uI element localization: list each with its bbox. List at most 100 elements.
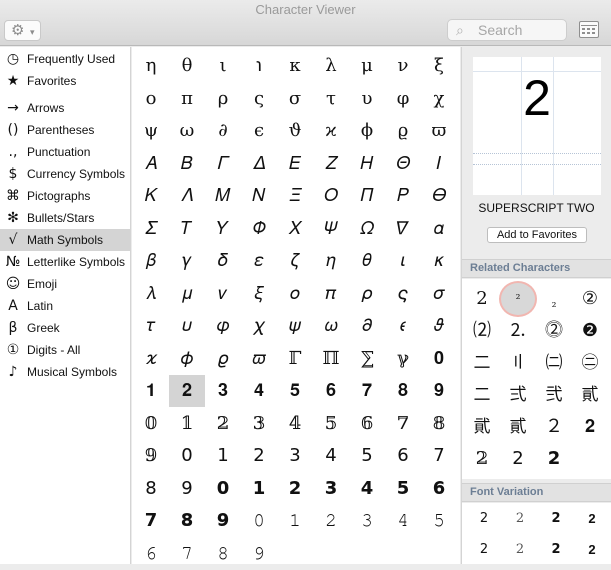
related-character-cell[interactable]: 二 (465, 347, 499, 379)
character-cell[interactable]: 𝜊 (277, 278, 313, 310)
character-cell[interactable]: 𝛽 (133, 245, 169, 277)
character-cell[interactable]: 𝛨 (349, 148, 385, 180)
character-cell[interactable]: 𝜘 (133, 343, 169, 375)
character-cell[interactable]: 𝛭 (205, 180, 241, 212)
character-cell[interactable]: 𝜒 (241, 310, 277, 342)
font-variation-cell[interactable]: 2 (466, 504, 502, 534)
action-menu-button[interactable]: ⚙ ▾ (4, 20, 41, 41)
related-character-cell[interactable]: 𝟚 (465, 443, 499, 475)
character-cell[interactable]: ℽ (385, 343, 421, 375)
character-cell[interactable]: κ (277, 50, 313, 82)
character-cell[interactable]: 𝟛 (241, 408, 277, 440)
character-cell[interactable]: 𝟾 (205, 538, 241, 570)
search-input[interactable] (478, 21, 562, 39)
character-cell[interactable]: 𝛸 (277, 213, 313, 245)
character-cell[interactable]: 𝜂 (313, 245, 349, 277)
character-cell[interactable]: 𝛿 (205, 245, 241, 277)
character-cell[interactable]: 𝛶 (205, 213, 241, 245)
character-cell[interactable]: π (169, 83, 205, 115)
character-cell[interactable]: 𝟪 (133, 473, 169, 505)
character-cell[interactable]: 𝟶 (241, 505, 277, 537)
related-character-cell[interactable]: ⓶ (537, 315, 571, 347)
character-cell[interactable]: 𝜋 (313, 278, 349, 310)
character-cell[interactable]: 𝜚 (205, 343, 241, 375)
character-cell[interactable]: 𝛬 (169, 180, 205, 212)
character-cell[interactable]: 𝜔 (313, 310, 349, 342)
character-cell[interactable]: 𝜗 (421, 310, 457, 342)
character-cell[interactable]: 𝜉 (241, 278, 277, 310)
search-field[interactable]: ⌕ (447, 19, 567, 41)
character-cell[interactable]: 𝜏 (133, 310, 169, 342)
character-cell[interactable]: ϑ (277, 115, 313, 147)
font-variation-cell[interactable]: 2 (502, 504, 538, 534)
character-cell[interactable]: 𝜐 (169, 310, 205, 342)
character-cell[interactable]: η (133, 50, 169, 82)
character-cell[interactable]: ω (169, 115, 205, 147)
character-cell[interactable]: 𝟱 (385, 473, 421, 505)
character-cell[interactable]: 𝜙 (169, 343, 205, 375)
character-cell[interactable]: 𝟤 (241, 440, 277, 472)
related-character-cell[interactable]: 二 (465, 379, 499, 411)
character-cell[interactable]: 𝜁 (277, 245, 313, 277)
character-cell[interactable]: 𝜇 (169, 278, 205, 310)
character-cell[interactable]: 𝛲 (385, 180, 421, 212)
character-cell[interactable]: μ (349, 50, 385, 82)
collapse-view-button[interactable] (579, 21, 599, 38)
character-cell[interactable]: ∂ (205, 115, 241, 147)
character-cell[interactable]: 𝟢 (169, 440, 205, 472)
character-cell[interactable]: 𝟸 (313, 505, 349, 537)
character-cell[interactable]: ϰ (313, 115, 349, 147)
character-cell[interactable]: 𝟦 (313, 440, 349, 472)
related-character-cell[interactable]: 貳 (501, 411, 535, 443)
character-cell[interactable]: 𝛰 (313, 180, 349, 212)
sidebar-item-parentheses[interactable]: () Parentheses (0, 119, 130, 141)
character-cell[interactable]: 𝜈 (205, 278, 241, 310)
character-cell[interactable]: 𝟻 (421, 505, 457, 537)
character-cell[interactable]: 𝛯 (277, 180, 313, 212)
character-cell[interactable]: 𝟮 (277, 473, 313, 505)
sidebar-item-punctuation[interactable]: ., Punctuation (0, 141, 130, 163)
character-cell[interactable]: 𝜅 (421, 245, 457, 277)
related-character-cell[interactable]: 〢 (501, 347, 535, 379)
character-cell[interactable]: 𝟭 (241, 473, 277, 505)
character-cell[interactable]: υ (349, 83, 385, 115)
related-character-cell[interactable]: ₂ (537, 283, 571, 315)
character-cell[interactable]: 𝟗 (421, 375, 457, 407)
sidebar-item-arrows[interactable]: → Arrows (0, 97, 130, 119)
character-cell[interactable]: ϕ (349, 115, 385, 147)
character-cell[interactable]: ⅀ (349, 343, 385, 375)
character-cell[interactable]: 𝛵 (169, 213, 205, 245)
character-cell[interactable]: 𝛴 (133, 213, 169, 245)
character-cell[interactable]: 𝟵 (205, 505, 241, 537)
related-character-cell[interactable]: ² (501, 283, 535, 315)
character-cell[interactable]: 𝛷 (241, 213, 277, 245)
character-cell[interactable]: 𝟥 (277, 440, 313, 472)
character-cell[interactable]: 𝟿 (241, 538, 277, 570)
related-character-cell[interactable]: 貳 (573, 379, 607, 411)
character-cell[interactable]: 𝟜 (277, 408, 313, 440)
character-cell[interactable]: ς (241, 83, 277, 115)
sidebar-item-musical-symbols[interactable]: ♪ Musical Symbols (0, 361, 130, 383)
character-cell[interactable]: 𝛧 (313, 148, 349, 180)
sidebar-item-latin[interactable]: A Latin (0, 295, 130, 317)
character-cell[interactable]: σ (277, 83, 313, 115)
font-variation-cell[interactable]: 2 (466, 535, 502, 565)
character-cell[interactable]: 𝟴 (169, 505, 205, 537)
related-character-cell[interactable]: ⒉ (501, 315, 535, 347)
character-cell[interactable]: 𝟡 (133, 440, 169, 472)
character-cell[interactable]: 𝛻 (385, 213, 421, 245)
character-cell[interactable]: 𝟩 (421, 440, 457, 472)
sidebar-item-digits-all[interactable]: ① Digits - All (0, 339, 130, 361)
character-cell[interactable]: 𝟰 (349, 473, 385, 505)
font-variation-cell[interactable]: 2 (574, 535, 610, 565)
add-to-favorites-button[interactable]: Add to Favorites (487, 227, 587, 243)
character-cell[interactable]: 𝜛 (241, 343, 277, 375)
character-cell[interactable]: 𝛪 (421, 148, 457, 180)
sidebar-item-emoji[interactable]: ☺ Emoji (0, 273, 130, 295)
character-cell[interactable]: 𝟹 (349, 505, 385, 537)
character-cell[interactable]: 𝛦 (277, 148, 313, 180)
character-cell[interactable]: 𝟘 (133, 408, 169, 440)
character-cell[interactable]: 𝟧 (349, 440, 385, 472)
character-cell[interactable]: 𝟯 (313, 473, 349, 505)
character-cell[interactable]: 𝜍 (385, 278, 421, 310)
